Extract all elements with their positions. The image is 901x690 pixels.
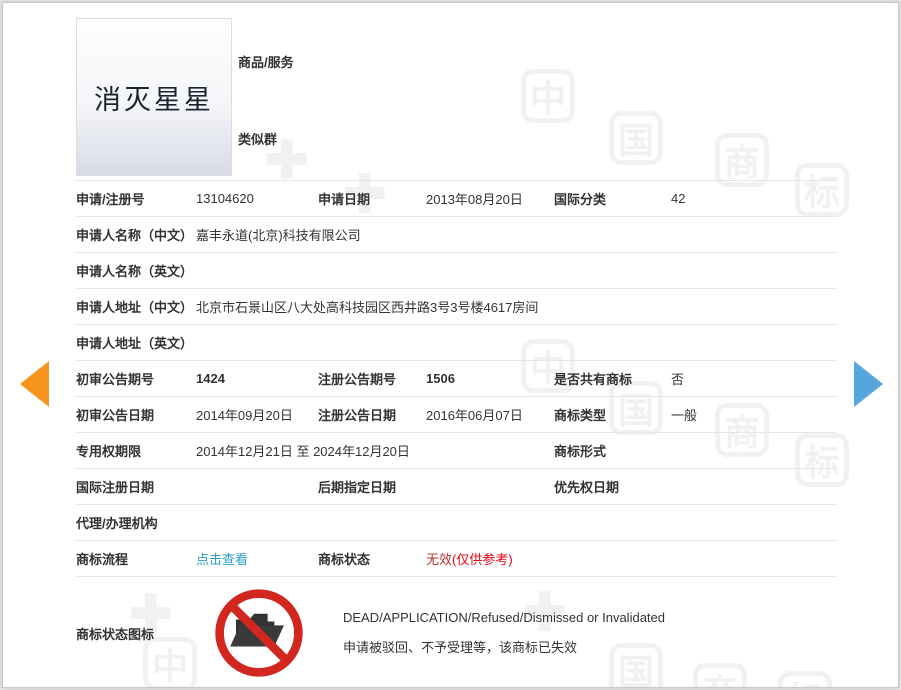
applicant-cn-value: 嘉丰永道(北京)科技有限公司 xyxy=(196,225,836,244)
goods-services-label: 商品/服务 xyxy=(238,52,294,71)
header-section: 消灭星星 商品/服务 类似群 xyxy=(76,15,836,181)
is-shared-label: 是否共有商标 xyxy=(554,369,671,388)
applicant-en-label: 申请人名称（英文） xyxy=(76,261,196,280)
later-designation-date-label: 后期指定日期 xyxy=(318,477,426,496)
intl-class-label: 国际分类 xyxy=(554,189,671,208)
dead-trademark-prohibited-folder-icon xyxy=(211,585,307,681)
term-label: 专用权期限 xyxy=(76,441,196,460)
status-icon-row: 商标状态图标 DEAD/APPLICATION/Refused/Dismisse… xyxy=(76,577,836,688)
table-row: 申请人名称（中文） 嘉丰永道(北京)科技有限公司 xyxy=(76,217,836,253)
reg-gazette-date-value: 2016年06月07日 xyxy=(426,405,554,424)
next-arrow-button[interactable] xyxy=(854,361,883,407)
status-description-cn: 申请被驳回、不予受理等，该商标已失效 xyxy=(343,634,665,662)
applicant-cn-label: 申请人名称（中文） xyxy=(76,225,196,244)
trademark-detail-table: 消灭星星 商品/服务 类似群 申请/注册号 13104620 申请日期 2013… xyxy=(76,15,836,688)
intl-reg-date-label: 国际注册日期 xyxy=(76,477,196,496)
reg-gazette-no-label: 注册公告期号 xyxy=(318,369,426,388)
table-row: 申请人名称（英文） xyxy=(76,253,836,289)
table-row: 申请/注册号 13104620 申请日期 2013年08月20日 国际分类 42 xyxy=(76,181,836,217)
status-value: 无效 xyxy=(426,552,452,567)
reg-no-label: 申请/注册号 xyxy=(76,189,196,208)
reg-gazette-date-label: 注册公告日期 xyxy=(318,405,426,424)
table-row: 初审公告日期 2014年09月20日 注册公告日期 2016年06月07日 商标… xyxy=(76,397,836,433)
reg-gazette-no-value: 1506 xyxy=(426,371,554,386)
addr-en-label: 申请人地址（英文） xyxy=(76,333,196,352)
addr-cn-label: 申请人地址（中文） xyxy=(76,297,196,316)
is-shared-value: 否 xyxy=(671,369,836,388)
trademark-detail-card: 中 国 商 标 中 国 商 标 中 国 商 标 ✚ ✚ ✚ ✚ 消灭星星 商品/… xyxy=(2,2,899,688)
table-row: 初审公告期号 1424 注册公告期号 1506 是否共有商标 否 xyxy=(76,361,836,397)
agency-label: 代理/办理机构 xyxy=(76,513,196,532)
addr-cn-value: 北京市石景山区八大处高科技园区西井路3号3号楼4617房间 xyxy=(196,297,836,316)
reg-no-value: 13104620 xyxy=(196,191,318,206)
tm-type-value: 一般 xyxy=(671,405,836,424)
table-row: 国际注册日期 后期指定日期 优先权日期 xyxy=(76,469,836,505)
intl-class-value: 42 xyxy=(671,191,836,206)
prelim-date-value: 2014年09月20日 xyxy=(196,405,318,424)
previous-arrow-button[interactable] xyxy=(20,361,49,407)
similar-group-label: 类似群 xyxy=(238,129,277,148)
prelim-date-label: 初审公告日期 xyxy=(76,405,196,424)
status-value-group: 无效(仅供参考) xyxy=(426,549,836,568)
status-description: DEAD/APPLICATION/Refused/Dismissed or In… xyxy=(343,602,665,664)
app-date-value: 2013年08月20日 xyxy=(426,189,554,208)
status-icon-label: 商标状态图标 xyxy=(76,624,196,643)
trademark-image-text: 消灭星星 xyxy=(94,78,214,117)
table-row: 申请人地址（中文） 北京市石景山区八大处高科技园区西井路3号3号楼4617房间 xyxy=(76,289,836,325)
process-view-link[interactable]: 点击查看 xyxy=(196,549,318,568)
priority-date-label: 优先权日期 xyxy=(554,477,671,496)
trademark-image: 消灭星星 xyxy=(76,18,232,176)
app-date-label: 申请日期 xyxy=(318,189,426,208)
prelim-no-value: 1424 xyxy=(196,371,318,386)
process-label: 商标流程 xyxy=(76,549,196,568)
term-value: 2014年12月21日 至 2024年12月20日 xyxy=(196,441,554,460)
status-note: (仅供参考) xyxy=(452,552,513,567)
tm-type-label: 商标类型 xyxy=(554,405,671,424)
table-row: 商标流程 点击查看 商标状态 无效(仅供参考) xyxy=(76,541,836,577)
tm-form-label: 商标形式 xyxy=(554,441,671,460)
table-row: 申请人地址（英文） xyxy=(76,325,836,361)
status-label: 商标状态 xyxy=(318,549,426,568)
table-row: 专用权期限 2014年12月21日 至 2024年12月20日 商标形式 xyxy=(76,433,836,469)
status-description-en: DEAD/APPLICATION/Refused/Dismissed or In… xyxy=(343,604,665,632)
table-row: 代理/办理机构 xyxy=(76,505,836,541)
prelim-no-label: 初审公告期号 xyxy=(76,369,196,388)
